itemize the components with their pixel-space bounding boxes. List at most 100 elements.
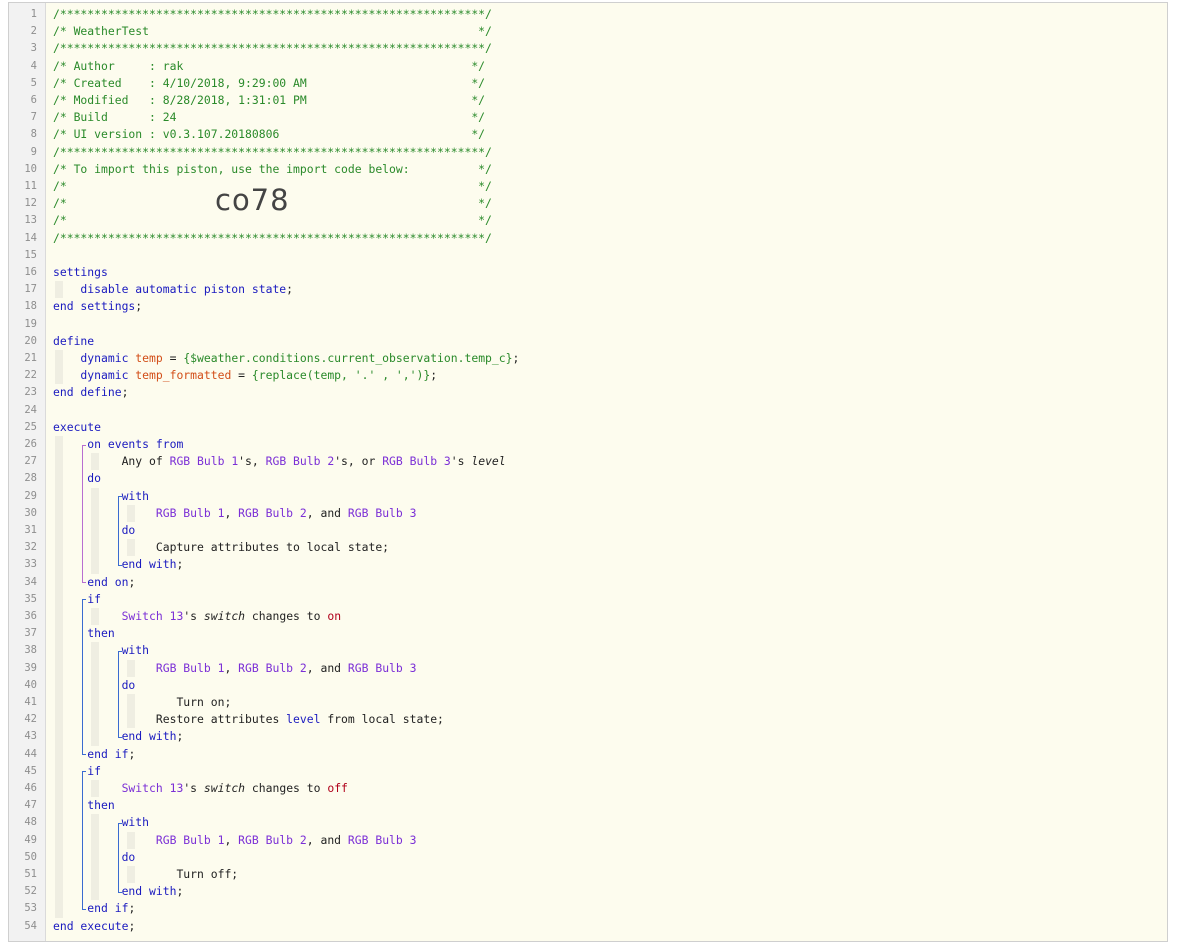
code-line[interactable]: 2 /* WeatherTest */ xyxy=(9,23,1167,40)
code-line[interactable]: 3 /**************************************… xyxy=(9,40,1167,57)
line-code: execute xyxy=(53,419,101,436)
code-line[interactable]: 28 do xyxy=(9,470,1167,487)
code-token: , and xyxy=(306,832,348,847)
code-token: RGB Bulb 3 xyxy=(347,660,417,675)
code-line[interactable]: 31 do xyxy=(9,522,1167,539)
code-token: if xyxy=(53,591,102,606)
code-line[interactable]: 20 define xyxy=(9,333,1167,350)
code-line[interactable]: 37 then xyxy=(9,625,1167,642)
code-line[interactable]: 6 /* Modified : 8/28/2018, 1:31:01 PM */ xyxy=(9,92,1167,109)
code-token: RGB Bulb 2 xyxy=(238,832,307,847)
line-code: /***************************************… xyxy=(53,40,492,57)
code-line[interactable]: 10 /* To import this piston, use the impo… xyxy=(9,161,1167,178)
code-line[interactable]: 13/* */ xyxy=(9,212,1167,229)
line-number: 8 xyxy=(30,128,37,141)
code-token: {$weather.conditions.current_observation… xyxy=(183,351,513,365)
code-token: switch xyxy=(203,609,246,623)
code-token: do xyxy=(53,677,136,692)
code-token: , and xyxy=(306,505,348,520)
line-code: Turn on; xyxy=(53,694,231,711)
code-line[interactable]: 33 end with; xyxy=(9,556,1167,573)
code-line[interactable]: 44 end if; xyxy=(9,746,1167,763)
code-token: do xyxy=(53,471,102,486)
code-line[interactable]: 24 xyxy=(9,402,1167,419)
code-line[interactable]: 25 execute xyxy=(9,419,1167,436)
code-line[interactable]: 9 /**************************************… xyxy=(9,144,1167,161)
code-token: do xyxy=(53,523,136,537)
code-line[interactable]: 36 Switch 13's switch changes to on xyxy=(9,608,1167,625)
code-line[interactable]: 53 end if; xyxy=(9,900,1167,917)
code-line[interactable]: 54 end execute; xyxy=(9,918,1167,935)
code-line[interactable]: 45 if xyxy=(9,763,1167,780)
line-code: if xyxy=(53,591,101,608)
code-line[interactable]: 21 dynamic temp = {$weather.conditions.c… xyxy=(9,350,1167,367)
code-line[interactable]: 8 /* UI version : v0.3.107.20180806 */ xyxy=(9,126,1167,143)
code-token: 's, xyxy=(238,454,266,469)
code-line[interactable]: 43 end with; xyxy=(9,728,1167,745)
line-number: 7 xyxy=(30,111,37,124)
line-code: do xyxy=(53,522,136,539)
code-line[interactable]: 40 do xyxy=(9,677,1167,694)
code-line[interactable]: 52 end with; xyxy=(9,883,1167,900)
code-line[interactable]: 49 RGB Bulb 1, RGB Bulb 2, and RGB Bulb … xyxy=(9,832,1167,849)
code-line[interactable]: 50 do xyxy=(9,849,1167,866)
code-line[interactable]: 34 end on; xyxy=(9,574,1167,591)
code-line[interactable]: 32 Capture attributes to local state; xyxy=(9,539,1167,556)
code-token: level xyxy=(286,712,321,727)
code-line[interactable]: 17 disable automatic piston state; xyxy=(9,281,1167,298)
line-code: dynamic temp_formatted = {replace(temp, … xyxy=(53,367,437,384)
code-line[interactable]: 18 end settings; xyxy=(9,298,1167,315)
line-number: 40 xyxy=(24,678,37,691)
line-code: end if; xyxy=(53,746,135,763)
code-line[interactable]: 22 dynamic temp_formatted = {replace(tem… xyxy=(9,367,1167,384)
line-number: 9 xyxy=(30,145,37,158)
line-code: do xyxy=(53,470,101,487)
code-token: Any of xyxy=(53,454,170,469)
code-line[interactable]: 51 Turn off; xyxy=(9,866,1167,883)
code-line[interactable]: 11/* */ xyxy=(9,178,1167,195)
code-line[interactable]: 5 /* Created : 4/10/2018, 9:29:00 AM */ xyxy=(9,75,1167,92)
code-token: Capture attributes to local state; xyxy=(53,540,390,555)
code-line[interactable]: 26 on events from xyxy=(9,436,1167,453)
code-line[interactable]: 35 if xyxy=(9,591,1167,608)
code-line[interactable]: 47 then xyxy=(9,797,1167,814)
code-line[interactable]: 39 RGB Bulb 1, RGB Bulb 2, and RGB Bulb … xyxy=(9,660,1167,677)
code-token: /***************************************… xyxy=(53,41,492,56)
code-line[interactable]: 1 /**************************************… xyxy=(9,6,1167,23)
code-line[interactable]: 27 Any of RGB Bulb 1's, RGB Bulb 2's, or… xyxy=(9,453,1167,470)
code-token: ; xyxy=(128,901,136,916)
code-line[interactable]: 46 Switch 13's switch changes to off xyxy=(9,780,1167,797)
code-token: /***************************************… xyxy=(53,7,492,21)
line-code: settings xyxy=(53,264,108,281)
code-line[interactable]: 23 end define; xyxy=(9,384,1167,401)
code-token: ; xyxy=(135,299,143,314)
code-token: ; xyxy=(128,918,136,933)
code-line[interactable]: 42 Restore attributes level from local s… xyxy=(9,711,1167,728)
line-number: 10 xyxy=(24,162,37,175)
code-line[interactable]: 48 with xyxy=(9,814,1167,831)
code-editor[interactable]: 1 /**************************************… xyxy=(8,2,1168,942)
code-line[interactable]: 41 Turn on; xyxy=(9,694,1167,711)
line-code: end with; xyxy=(53,556,184,573)
code-line[interactable]: 30 RGB Bulb 1, RGB Bulb 2, and RGB Bulb … xyxy=(9,505,1167,522)
code-line[interactable]: 12/* */ xyxy=(9,195,1167,212)
code-line[interactable]: 14 /*************************************… xyxy=(9,230,1167,247)
code-line[interactable]: 4 /* Author : rak */ xyxy=(9,58,1167,75)
code-line[interactable]: 19 xyxy=(9,316,1167,333)
code-line[interactable]: 29 with xyxy=(9,488,1167,505)
code-line[interactable]: 16 settings xyxy=(9,264,1167,281)
line-code: dynamic temp = {$weather.conditions.curr… xyxy=(53,350,519,367)
line-number: 20 xyxy=(24,334,37,347)
code-line[interactable]: 38 with xyxy=(9,642,1167,659)
line-number: 21 xyxy=(24,352,37,364)
line-number: 26 xyxy=(24,438,37,450)
code-line[interactable]: 15 xyxy=(9,247,1167,264)
code-line[interactable]: 7 /* Build : 24 */ xyxy=(9,109,1167,126)
line-number: 49 xyxy=(24,833,37,846)
line-code: do xyxy=(53,677,136,694)
import-code[interactable]: co78 xyxy=(215,183,290,217)
code-token: end with xyxy=(53,729,177,744)
line-code: /* UI version : v0.3.107.20180806 */ xyxy=(53,126,485,143)
line-number: 32 xyxy=(24,541,37,554)
